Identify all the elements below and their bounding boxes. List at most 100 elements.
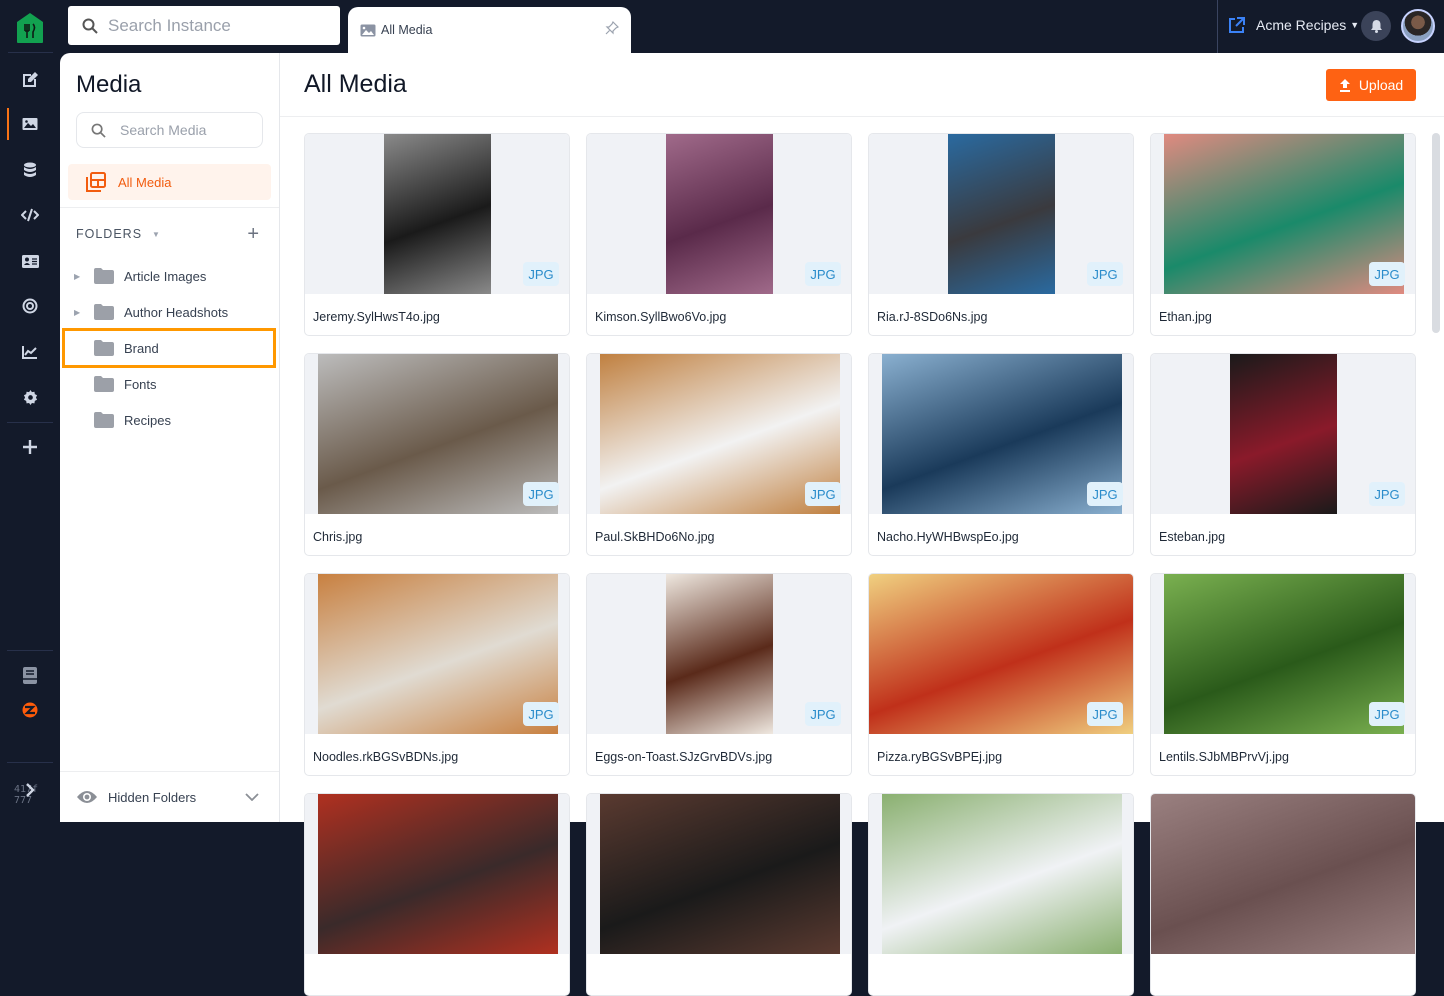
rail-brand[interactable]: [0, 690, 60, 730]
divider: [7, 650, 53, 651]
folder-item[interactable]: Recipes: [74, 402, 272, 438]
media-card[interactable]: [586, 793, 852, 996]
media-card[interactable]: [868, 793, 1134, 996]
edit-icon: [22, 71, 38, 87]
settings-icon: [23, 389, 37, 405]
docs-book-icon: [23, 666, 37, 684]
file-name: Esteban.jpg: [1159, 530, 1226, 544]
app-logo-icon[interactable]: [16, 12, 44, 44]
file-type-badge: JPG: [1369, 702, 1405, 726]
account-selector[interactable]: Acme Recipes ▼: [1256, 17, 1359, 33]
media-thumbnail[interactable]: [1151, 794, 1415, 954]
hidden-folders-toggle[interactable]: Hidden Folders: [60, 771, 279, 822]
folder-icon: [94, 268, 114, 284]
caret-down-icon[interactable]: ▼: [152, 230, 160, 239]
media-card[interactable]: JPG Nacho.HyWHBwspEo.jpg: [868, 353, 1134, 556]
external-link-icon[interactable]: [1228, 17, 1245, 34]
search-instance-input[interactable]: Search Instance: [68, 6, 340, 45]
media-thumbnail[interactable]: JPG: [587, 574, 851, 734]
media-image: [318, 354, 558, 514]
chevron-right-icon: [25, 783, 35, 797]
highlight-outline: [62, 328, 276, 368]
media-card[interactable]: JPG Esteban.jpg: [1150, 353, 1416, 556]
media-image: [1164, 134, 1404, 294]
rail-add[interactable]: [0, 427, 60, 467]
media-card[interactable]: JPG Noodles.rkBGSvBDNs.jpg: [304, 573, 570, 776]
folders-label: FOLDERS: [76, 227, 143, 241]
all-media-label: All Media: [118, 174, 172, 190]
folder-label: Author Headshots: [124, 304, 229, 320]
media-thumbnail[interactable]: JPG: [869, 354, 1133, 514]
folder-item[interactable]: ▶ Article Images: [74, 258, 272, 294]
media-thumbnail[interactable]: JPG: [587, 354, 851, 514]
media-card[interactable]: JPG Eggs-on-Toast.SJzGrvBDVs.jpg: [586, 573, 852, 776]
zesty-logo-icon: [22, 702, 38, 718]
rail-schema[interactable]: [0, 150, 60, 190]
search-icon: [91, 123, 106, 138]
top-bar: Search Instance All Media Acme Recipes ▼: [0, 0, 1444, 53]
expand-arrow-icon[interactable]: ▶: [74, 308, 84, 317]
media-thumbnail[interactable]: [305, 794, 569, 954]
side-rail: 417f 777: [0, 53, 60, 822]
media-image: [882, 354, 1122, 514]
folders-header: FOLDERS ▼ +: [76, 224, 259, 244]
media-image: [600, 794, 840, 954]
media-card[interactable]: JPG Paul.SkBHDo6No.jpg: [586, 353, 852, 556]
panel-title: Media: [76, 71, 142, 98]
scrollbar[interactable]: [1432, 133, 1440, 333]
search-media-input[interactable]: Search Media: [76, 112, 263, 148]
media-card[interactable]: JPG Ria.rJ-8SDo6Ns.jpg: [868, 133, 1134, 336]
rail-analytics[interactable]: [0, 332, 60, 372]
media-card[interactable]: JPG Lentils.SJbMBPrvVj.jpg: [1150, 573, 1416, 776]
folder-item[interactable]: Fonts: [74, 366, 272, 402]
media-thumbnail[interactable]: [587, 794, 851, 954]
media-thumbnail[interactable]: JPG: [305, 354, 569, 514]
rail-media[interactable]: [0, 104, 60, 144]
file-type-badge: JPG: [1087, 262, 1123, 286]
file-name: Pizza.ryBGSvBPEj.jpg: [877, 750, 1003, 764]
media-thumbnail[interactable]: JPG: [1151, 354, 1415, 514]
file-type-badge: JPG: [1087, 482, 1123, 506]
media-thumbnail[interactable]: JPG: [1151, 574, 1415, 734]
media-card[interactable]: JPG Kimson.SyllBwo6Vo.jpg: [586, 133, 852, 336]
rail-marketing[interactable]: [0, 286, 60, 326]
folder-item[interactable]: ▶ Author Headshots: [74, 294, 272, 330]
pin-icon[interactable]: [605, 21, 619, 35]
media-icon: [22, 118, 38, 130]
media-card[interactable]: JPG Ethan.jpg: [1150, 133, 1416, 336]
user-avatar[interactable]: [1401, 9, 1435, 43]
rail-leads[interactable]: [0, 241, 60, 281]
rail-content-editor[interactable]: [0, 59, 60, 99]
media-thumbnail[interactable]: JPG: [869, 574, 1133, 734]
notifications-button[interactable]: [1361, 11, 1391, 41]
media-card[interactable]: JPG Chris.jpg: [304, 353, 570, 556]
media-image: [1230, 354, 1337, 514]
expand-arrow-icon[interactable]: ▶: [74, 272, 84, 281]
media-thumbnail[interactable]: JPG: [587, 134, 851, 294]
media-thumbnail[interactable]: JPG: [305, 134, 569, 294]
eye-icon: [77, 791, 97, 803]
rail-settings[interactable]: [0, 377, 60, 417]
tab-all-media[interactable]: All Media: [348, 7, 631, 53]
caret-down-icon: ▼: [1350, 20, 1360, 30]
media-thumbnail[interactable]: JPG: [1151, 134, 1415, 294]
media-card[interactable]: JPG Pizza.ryBGSvBPEj.jpg: [868, 573, 1134, 776]
folder-label: Recipes: [124, 412, 171, 428]
nav-all-media[interactable]: All Media: [68, 164, 271, 200]
file-type-badge: JPG: [805, 482, 841, 506]
upload-label: Upload: [1358, 77, 1404, 93]
media-thumbnail[interactable]: JPG: [305, 574, 569, 734]
folder-icon: [94, 412, 114, 428]
media-card[interactable]: [304, 793, 570, 996]
rail-code[interactable]: [0, 195, 60, 235]
divider: [280, 116, 1444, 117]
hidden-folders-label: Hidden Folders: [108, 789, 197, 805]
media-card[interactable]: [1150, 793, 1416, 996]
media-thumbnail[interactable]: [869, 794, 1133, 954]
rail-docs[interactable]: [0, 655, 60, 695]
media-card[interactable]: JPG Jeremy.SylHwsT4o.jpg: [304, 133, 570, 336]
expand-rail-button[interactable]: [0, 770, 60, 810]
upload-button[interactable]: Upload: [1326, 69, 1416, 101]
media-thumbnail[interactable]: JPG: [869, 134, 1133, 294]
add-folder-button[interactable]: +: [247, 224, 259, 244]
